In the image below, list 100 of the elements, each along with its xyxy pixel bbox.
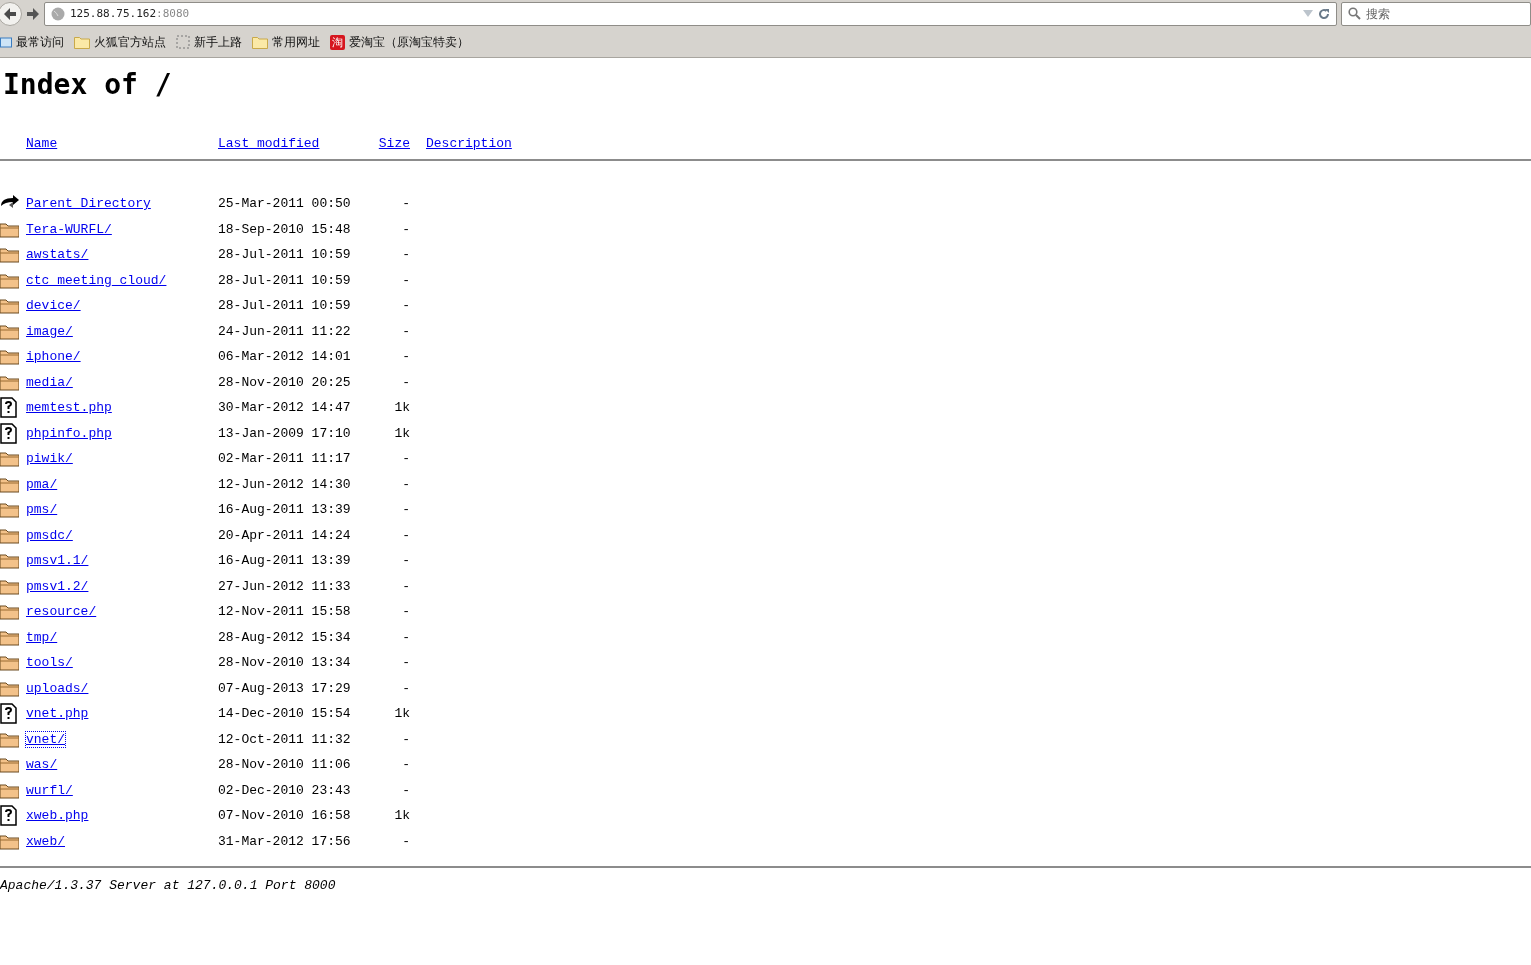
file-link[interactable]: xweb/ <box>26 833 65 849</box>
file-link[interactable]: vnet.php <box>26 706 89 722</box>
file-size: - <box>402 349 410 365</box>
modified-date: 12-Oct-2011 11:32 <box>218 731 352 747</box>
page-title: Index of / <box>3 68 173 102</box>
file-link[interactable]: device/ <box>26 298 81 314</box>
modified-date: 28-Nov-2010 20:25 <box>218 374 352 390</box>
column-header-link[interactable]: Description <box>426 135 1531 151</box>
folder-icon <box>0 832 19 850</box>
bookmark-item[interactable]: 火狐官方站点 <box>74 33 166 51</box>
file-link[interactable]: image/ <box>26 323 73 339</box>
bookmark-item[interactable]: 常用网址 <box>252 33 320 51</box>
file-size: - <box>402 476 410 492</box>
file-link[interactable]: tmp/ <box>26 629 58 645</box>
address-bar[interactable]: 125.88.75.162:8080 <box>44 1 1337 26</box>
folder-icon <box>0 475 19 493</box>
column-header-link[interactable]: Size <box>378 135 410 151</box>
file-link[interactable]: iphone/ <box>26 349 81 365</box>
modified-date: 13-Jan-2009 17:10 <box>218 425 352 441</box>
file-size: - <box>402 553 410 569</box>
file-size: - <box>402 298 410 314</box>
modified-date: 16-Aug-2011 13:39 <box>218 502 352 518</box>
modified-date: 20-Apr-2011 14:24 <box>218 527 352 543</box>
unknown-file-icon <box>0 422 17 444</box>
modified-date: 28-Nov-2010 13:34 <box>218 655 352 671</box>
folder-icon <box>0 246 19 264</box>
file-size: - <box>402 221 410 237</box>
file-link[interactable]: awstats/ <box>26 247 89 263</box>
file-size: - <box>402 782 410 798</box>
column-header-link[interactable]: Name <box>26 135 218 151</box>
file-size: 1k <box>394 706 410 722</box>
folder-icon <box>0 220 19 238</box>
file-size: - <box>402 196 410 212</box>
file-size: - <box>402 247 410 263</box>
folder-icon <box>0 603 19 621</box>
modified-date: 12-Jun-2012 14:30 <box>218 476 352 492</box>
modified-date: 02-Mar-2011 11:17 <box>218 451 352 467</box>
file-size: - <box>402 578 410 594</box>
column-header-link[interactable]: Last modified <box>218 135 370 151</box>
modified-date: 12-Nov-2011 15:58 <box>218 604 352 620</box>
file-link[interactable]: xweb.php <box>26 808 89 824</box>
file-link[interactable]: tools/ <box>26 655 73 671</box>
file-link[interactable]: uploads/ <box>26 680 89 696</box>
search-icon <box>1348 6 1361 20</box>
modified-date: 18-Sep-2010 15:48 <box>218 221 352 237</box>
file-link[interactable]: was/ <box>26 757 58 773</box>
file-link[interactable]: memtest.php <box>26 400 112 416</box>
modified-date: 28-Jul-2011 10:59 <box>218 247 352 263</box>
file-link[interactable]: vnet/ <box>26 731 65 747</box>
modified-date: 06-Mar-2012 14:01 <box>218 349 352 365</box>
modified-date: 16-Aug-2011 13:39 <box>218 553 352 569</box>
file-link[interactable]: ctc_meeting_cloud/ <box>26 272 167 288</box>
modified-date: 24-Jun-2011 11:22 <box>218 323 352 339</box>
folder-icon <box>0 756 19 774</box>
file-link[interactable]: pma/ <box>26 476 58 492</box>
file-size: - <box>402 374 410 390</box>
file-link[interactable]: pmsv1.1/ <box>26 553 89 569</box>
file-link[interactable]: pms/ <box>26 502 58 518</box>
bookmark-item[interactable]: 淘 爱淘宝（原淘宝特卖） <box>330 33 469 51</box>
folder-icon <box>0 348 19 366</box>
file-link[interactable]: Tera-WURFL/ <box>26 221 112 237</box>
modified-date: 07-Aug-2013 17:29 <box>218 680 352 696</box>
file-link[interactable]: pmsdc/ <box>26 527 73 543</box>
search-field[interactable]: 搜索 <box>1341 1 1531 26</box>
file-link[interactable]: wurfl/ <box>26 782 73 798</box>
folder-icon <box>0 322 19 340</box>
url-port: :8080 <box>156 7 190 20</box>
file-size: - <box>402 451 410 467</box>
file-size: - <box>402 731 410 747</box>
file-link[interactable]: resource/ <box>26 604 97 620</box>
file-link[interactable]: media/ <box>26 374 73 390</box>
file-size: - <box>402 833 410 849</box>
modified-date: 25-Mar-2011 00:50 <box>218 196 352 212</box>
bookmark-item[interactable]: 新手上路 <box>176 33 242 51</box>
file-size: - <box>402 604 410 620</box>
modified-date: 27-Jun-2012 11:33 <box>218 578 352 594</box>
folder-icon <box>0 628 19 646</box>
file-link[interactable]: Parent Directory <box>26 196 151 212</box>
bookmark-item[interactable]: 最常访问 <box>0 33 64 51</box>
folder-icon <box>0 297 19 315</box>
reload-icon[interactable] <box>1318 7 1330 20</box>
modified-date: 02-Dec-2010 23:43 <box>218 782 352 798</box>
modified-date: 28-Aug-2012 15:34 <box>218 629 352 645</box>
url-host: 125.88.75.162 <box>70 7 157 20</box>
file-size: - <box>402 680 410 696</box>
modified-date: 14-Dec-2010 15:54 <box>218 706 352 722</box>
modified-date: 31-Mar-2012 17:56 <box>218 833 352 849</box>
folder-icon <box>0 781 19 799</box>
file-link[interactable]: pmsv1.2/ <box>26 578 89 594</box>
back-button[interactable] <box>0 1 22 26</box>
folder-icon <box>0 526 19 544</box>
forward-arrow-icon[interactable] <box>26 6 40 21</box>
file-link[interactable]: phpinfo.php <box>26 425 112 441</box>
unknown-file-icon <box>0 805 17 827</box>
folder-icon <box>252 35 268 49</box>
file-size: - <box>402 527 410 543</box>
bookmarks-icon <box>0 36 12 48</box>
file-link[interactable]: piwik/ <box>26 451 73 467</box>
folder-icon <box>0 654 19 672</box>
file-size: - <box>402 655 410 671</box>
